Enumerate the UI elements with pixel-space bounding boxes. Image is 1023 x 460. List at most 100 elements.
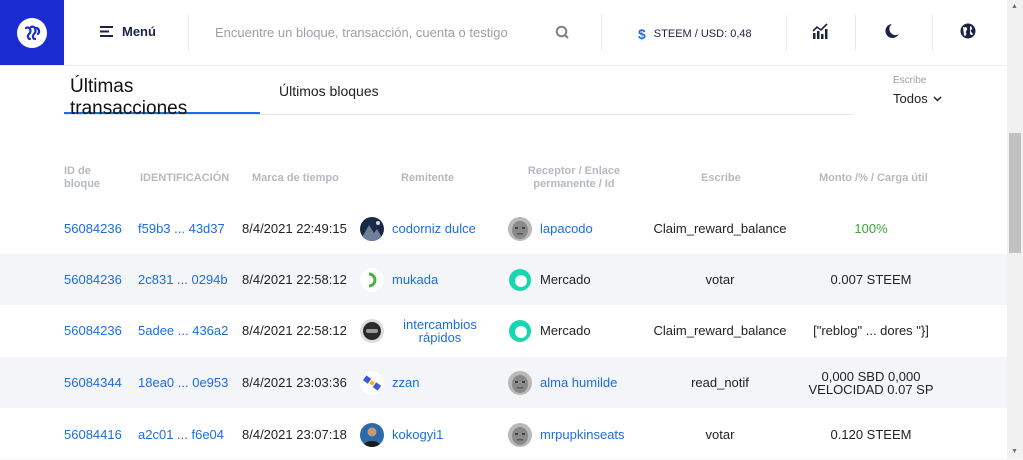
- market-logo-avatar[interactable]: [508, 319, 532, 343]
- divider: [932, 15, 933, 51]
- header-type: Escribe: [701, 172, 741, 184]
- type-cell: votar: [650, 254, 790, 305]
- sender-link[interactable]: intercambios rápidos: [392, 318, 488, 344]
- timestamp: 8/4/2021 23:03:36: [242, 375, 347, 390]
- receiver-link[interactable]: lapacodo: [540, 221, 593, 236]
- table-row: 56084236 f59b3 ... 43d37 8/4/2021 22:49:…: [0, 203, 1007, 254]
- table-row: 56084344 18ea0 ... 0e953 8/4/2021 23:03:…: [0, 357, 1007, 408]
- block-id-cell: 56084236: [64, 254, 138, 305]
- timestamp: 8/4/2021 22:58:12: [242, 272, 347, 287]
- stone-face-avatar[interactable]: [508, 216, 532, 241]
- sender-cell: zzan: [360, 357, 500, 408]
- receiver-link[interactable]: alma humilde: [540, 375, 617, 390]
- amount-value: 0,000 SBD 0,000 VELOCIDAD 0.07 SP: [808, 368, 934, 397]
- tx-id-link[interactable]: 2c831 ... 0294b: [138, 272, 228, 287]
- satellite-avatar[interactable]: [360, 370, 384, 395]
- block-id-link[interactable]: 56084236: [64, 221, 122, 236]
- block-id-cell: 56084416: [64, 409, 138, 460]
- amount-cell: 0.120 STEEM: [805, 409, 937, 460]
- stone-face-avatar[interactable]: [508, 422, 532, 447]
- menu-button[interactable]: Menú: [100, 24, 156, 39]
- scroll-down-arrow-icon[interactable]: ▼: [1011, 448, 1018, 455]
- divider: [855, 15, 856, 51]
- block-id-cell: 56084236: [64, 203, 138, 254]
- block-id-cell: 56084344: [64, 357, 138, 408]
- operation-type: Claim_reward_balance: [653, 221, 787, 236]
- steem-logo[interactable]: [0, 0, 64, 65]
- tab-latest-blocks[interactable]: Últimos bloques: [279, 83, 379, 99]
- operation-type: read_notif: [691, 375, 749, 390]
- moon-icon[interactable]: [884, 22, 901, 40]
- table-row: 56084236 5adee ... 436a2 8/4/2021 22:58:…: [0, 305, 1007, 356]
- tx-id-cell: 5adee ... 436a2: [138, 305, 238, 356]
- stone-face-avatar[interactable]: [508, 370, 532, 395]
- tx-id-cell: a2c01 ... f6e04: [138, 409, 238, 460]
- receiver-cell: mrpupkinseats: [508, 409, 648, 460]
- timestamp-cell: 8/4/2021 22:58:12: [242, 305, 354, 356]
- helmet-avatar[interactable]: [360, 318, 384, 343]
- sender-cell: intercambios rápidos: [360, 305, 500, 356]
- timestamp-cell: 8/4/2021 23:03:36: [242, 357, 354, 408]
- header-sender: Remitente: [401, 172, 455, 184]
- block-id-link[interactable]: 56084236: [64, 272, 122, 287]
- amount-cell: 0.007 STEEM: [805, 254, 937, 305]
- receiver-cell: alma humilde: [508, 357, 648, 408]
- green-c-avatar[interactable]: [360, 267, 384, 292]
- block-id-link[interactable]: 56084416: [64, 427, 122, 442]
- price-ticker: $ STEEM / USD: 0,48: [638, 26, 752, 42]
- receiver-link[interactable]: Mercado: [540, 323, 591, 338]
- tx-id-link[interactable]: 5adee ... 436a2: [138, 323, 228, 338]
- search-input[interactable]: [215, 25, 545, 40]
- tab-latest-transactions[interactable]: Últimas transacciones: [64, 76, 260, 119]
- divider: [786, 15, 787, 51]
- tx-id-cell: 18ea0 ... 0e953: [138, 357, 238, 408]
- header-timestamp: Marca de tiempo: [252, 172, 339, 184]
- mountain-avatar[interactable]: [360, 216, 384, 241]
- operation-type: Claim_reward_balance: [653, 323, 787, 338]
- sender-link[interactable]: mukada: [392, 272, 438, 287]
- timestamp: 8/4/2021 22:58:12: [242, 323, 347, 338]
- search-bar: [215, 24, 575, 44]
- header-amount: Monto /% / Carga útil: [819, 172, 928, 184]
- block-id-link[interactable]: 56084344: [64, 375, 122, 390]
- type-filter-value: Todos: [893, 91, 928, 106]
- divider: [601, 15, 602, 51]
- receiver-cell: Mercado: [508, 305, 648, 356]
- type-filter-select[interactable]: Todos: [893, 91, 942, 106]
- header-block-id: ID de bloque: [64, 165, 101, 190]
- sender-link[interactable]: kokogyi1: [392, 427, 443, 442]
- amount-cell: ["reblog" ... dores "}]: [805, 305, 937, 356]
- operation-type: votar: [705, 272, 735, 287]
- sender-link[interactable]: codorniz dulce: [392, 221, 476, 236]
- header-receiver: Receptor / Enlace permanente / Id: [527, 165, 621, 190]
- price-label: STEEM / USD: 0,48: [653, 28, 752, 40]
- amount-value: 100%: [854, 221, 888, 236]
- tx-id-link[interactable]: 18ea0 ... 0e953: [138, 375, 228, 390]
- timestamp: 8/4/2021 23:07:18: [242, 427, 347, 442]
- globe-icon[interactable]: [959, 22, 977, 40]
- type-cell: Claim_reward_balance: [650, 305, 790, 356]
- sender-cell: kokogyi1: [360, 409, 500, 460]
- hamburger-icon: [100, 26, 113, 37]
- type-cell: votar: [650, 409, 790, 460]
- receiver-link[interactable]: mrpupkinseats: [540, 427, 625, 442]
- tab-bar: Últimas transacciones Últimos bloques: [64, 66, 853, 119]
- type-filter-label: Escribe: [893, 75, 927, 86]
- top-bar: Menú $ STEEM / USD: 0,48: [0, 0, 1007, 66]
- timestamp-cell: 8/4/2021 22:49:15: [242, 203, 354, 254]
- amount-value: 0.007 STEEM: [830, 272, 912, 287]
- scroll-up-arrow-icon[interactable]: ▲: [1011, 3, 1018, 10]
- sender-link[interactable]: zzan: [392, 375, 419, 390]
- chart-trend-icon[interactable]: [812, 22, 828, 40]
- tx-id-link[interactable]: f59b3 ... 43d37: [138, 221, 225, 236]
- amount-value: 0.120 STEEM: [830, 427, 912, 442]
- search-icon[interactable]: [555, 25, 569, 39]
- scrollbar-thumb[interactable]: [1009, 133, 1021, 253]
- tx-id-link[interactable]: a2c01 ... f6e04: [138, 427, 224, 442]
- dollar-icon: $: [638, 26, 646, 42]
- person-avatar[interactable]: [360, 422, 384, 447]
- receiver-link[interactable]: Mercado: [540, 272, 591, 287]
- market-logo-avatar[interactable]: [508, 268, 532, 292]
- steem-logo-icon: [17, 17, 47, 48]
- block-id-link[interactable]: 56084236: [64, 323, 122, 338]
